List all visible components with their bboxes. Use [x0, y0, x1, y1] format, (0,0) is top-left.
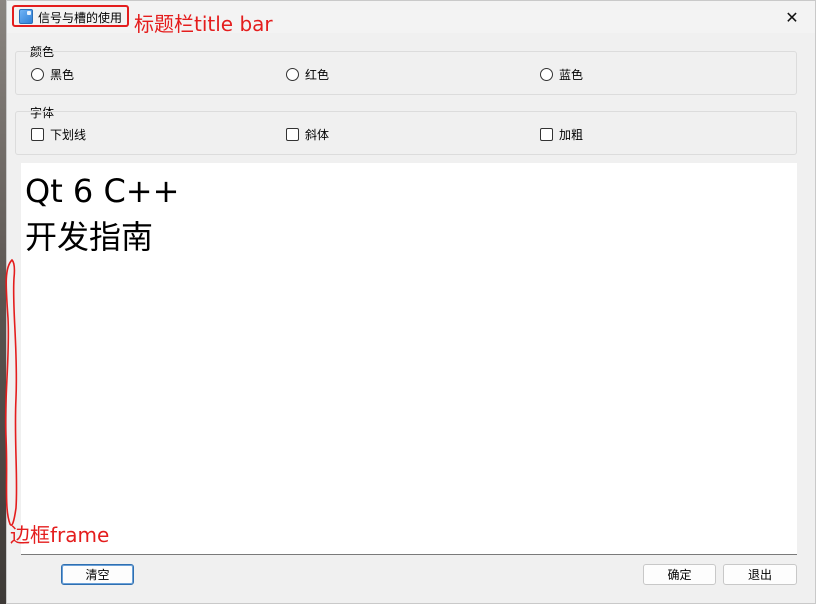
- checkbox-underline[interactable]: 下划线: [31, 112, 86, 156]
- radio-blue-label: 蓝色: [559, 67, 584, 82]
- checkbox-bold[interactable]: 加粗: [540, 112, 583, 156]
- exit-button[interactable]: 退出: [723, 564, 797, 585]
- checkbox-underline-label: 下划线: [50, 127, 87, 142]
- radio-red[interactable]: 红色: [286, 52, 329, 96]
- dialog-window: 信号与槽的使用 ✕ 颜色 黑色 红色 蓝色 字体 下划线 斜体 加粗 Qt 6 …: [6, 0, 816, 604]
- frame-annotation: 边框frame: [10, 523, 110, 547]
- text-editor[interactable]: Qt 6 C++ 开发指南: [21, 163, 797, 555]
- radio-red-label: 红色: [305, 67, 330, 82]
- close-icon: ✕: [785, 7, 799, 27]
- editor-line-2: 开发指南: [25, 218, 154, 256]
- title-annotation-box: [12, 5, 129, 27]
- checkbox-icon[interactable]: [31, 127, 44, 141]
- title-bar-annotation: 标题栏title bar: [134, 12, 273, 36]
- frame-annotation-mark: [4, 258, 18, 526]
- font-groupbox: 下划线 斜体 加粗: [15, 111, 797, 155]
- radio-black[interactable]: 黑色: [31, 52, 74, 96]
- ok-button[interactable]: 确定: [643, 564, 716, 585]
- checkbox-icon[interactable]: [286, 127, 299, 141]
- radio-black-label: 黑色: [50, 67, 75, 82]
- checkbox-italic-label: 斜体: [305, 127, 330, 142]
- checkbox-bold-label: 加粗: [559, 127, 584, 142]
- checkbox-italic[interactable]: 斜体: [286, 112, 329, 156]
- radio-circle-icon[interactable]: [286, 67, 299, 81]
- radio-blue[interactable]: 蓝色: [540, 52, 583, 96]
- clear-button[interactable]: 清空: [61, 564, 134, 585]
- close-button[interactable]: ✕: [769, 1, 815, 33]
- checkbox-icon[interactable]: [540, 127, 553, 141]
- editor-line-1: Qt 6 C++: [25, 172, 180, 210]
- radio-circle-icon[interactable]: [540, 67, 553, 81]
- radio-circle-icon[interactable]: [31, 67, 44, 81]
- color-groupbox: 黑色 红色 蓝色: [15, 51, 797, 95]
